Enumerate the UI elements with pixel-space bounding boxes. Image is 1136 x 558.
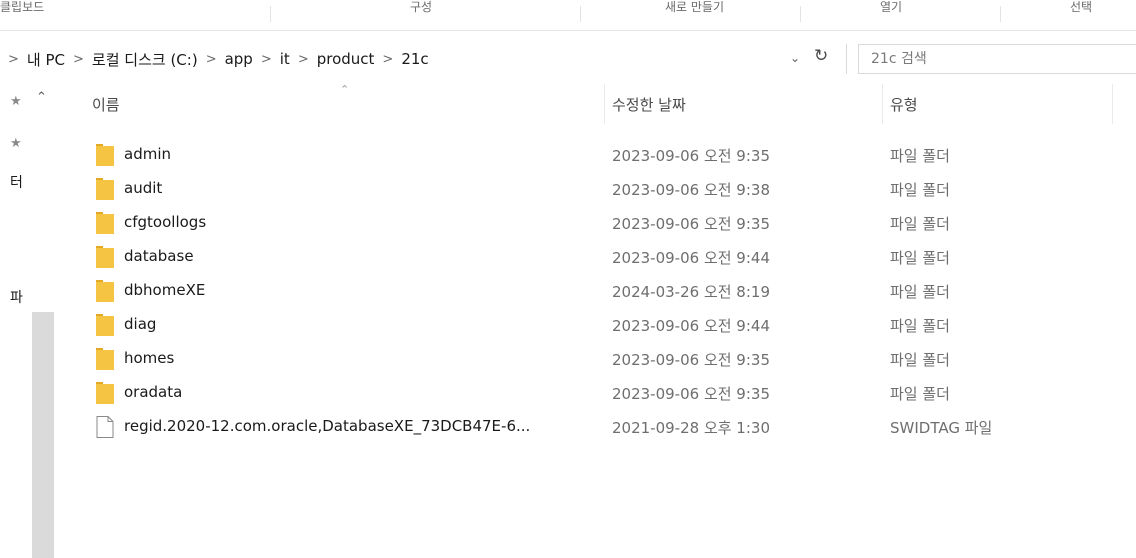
file-type: 파일 폴더 [890,181,950,199]
folder-icon [96,212,114,234]
file-date-modified: 2023-09-06 오전 9:35 [612,147,770,165]
file-type: 파일 폴더 [890,317,950,335]
ribbon-separator [580,6,581,22]
ribbon-group-organize[interactable]: 구성 [410,0,432,17]
nav-item-label[interactable]: 파 [10,287,23,307]
file-row[interactable]: database 2023-09-06 오전 9:44 파일 폴더 [56,240,1136,274]
file-name: dbhomeXE [124,281,206,299]
column-date-modified[interactable]: 수정한 날짜 [612,94,686,115]
navigation-pane: ★ ⌃ ★ 터 파 [0,84,56,558]
refresh-icon[interactable]: ↻ [814,46,828,66]
file-row[interactable]: admin 2023-09-06 오전 9:35 파일 폴더 [56,138,1136,172]
file-type: 파일 폴더 [890,283,950,301]
column-header: 이름 ⌃ 수정한 날짜 유형 [56,83,1136,124]
folder-icon [96,314,114,336]
file-row[interactable]: oradata 2023-09-06 오전 9:35 파일 폴더 [56,376,1136,410]
folder-icon [96,144,114,166]
breadcrumb-21c[interactable]: 21c [401,50,428,68]
ribbon-separator [800,6,801,22]
chevron-right-icon[interactable]: > [73,52,84,67]
ribbon: 클립보드 구성 새로 만들기 열기 선택 [0,0,1136,31]
file-type: 파일 폴더 [890,385,950,403]
ribbon-group-open[interactable]: 열기 [880,0,902,17]
file-row[interactable]: cfgtoollogs 2023-09-06 오전 9:35 파일 폴더 [56,206,1136,240]
chevron-right-icon[interactable]: > [382,52,393,67]
chevron-right-icon[interactable]: > [261,52,272,67]
ribbon-group-clipboard[interactable]: 클립보드 [0,0,44,17]
breadcrumb-product[interactable]: product [317,50,375,68]
folder-icon [96,280,114,302]
file-name: audit [124,179,163,197]
file-type: 파일 폴더 [890,351,950,369]
breadcrumb-it[interactable]: it [280,50,290,68]
file-type: SWIDTAG 파일 [890,419,993,437]
column-name[interactable]: 이름 [92,94,120,115]
address-bar[interactable]: > 내 PC > 로컬 디스크 (C:) > app > it > produc… [0,40,846,78]
chevron-right-icon[interactable]: > [206,52,217,67]
file-date-modified: 2023-09-06 오전 9:35 [612,215,770,233]
breadcrumb-this-pc[interactable]: 내 PC [27,49,65,70]
folder-icon [96,178,114,200]
file-row[interactable]: audit 2023-09-06 오전 9:38 파일 폴더 [56,172,1136,206]
breadcrumb-app[interactable]: app [225,50,253,68]
chevron-down-icon[interactable]: ⌄ [790,51,800,65]
nav-item-label[interactable]: 터 [10,172,23,192]
file-name: homes [124,349,175,367]
file-date-modified: 2023-09-06 오전 9:44 [612,249,770,267]
ribbon-group-select[interactable]: 선택 [1070,0,1092,17]
chevron-right-icon[interactable]: > [298,52,309,67]
ribbon-separator [1000,6,1001,22]
folder-icon [96,348,114,370]
breadcrumb-local-disk[interactable]: 로컬 디스크 (C:) [92,49,198,70]
folder-icon [96,246,114,268]
file-date-modified: 2023-09-06 오전 9:44 [612,317,770,335]
file-type: 파일 폴더 [890,249,950,267]
folder-icon [96,382,114,404]
file-row[interactable]: regid.2020-12.com.oracle,DatabaseXE_73DC… [56,410,1136,444]
column-divider[interactable] [882,84,883,124]
file-icon [96,416,114,438]
file-name: cfgtoollogs [124,213,207,231]
file-date-modified: 2021-09-28 오후 1:30 [612,419,770,437]
column-divider[interactable] [1112,84,1113,124]
file-date-modified: 2023-09-06 오전 9:38 [612,181,770,199]
file-name: regid.2020-12.com.oracle,DatabaseXE_73DC… [124,417,531,435]
nav-scrollbar[interactable] [32,312,54,558]
pin-icon[interactable]: ★ [10,136,22,151]
ribbon-group-new[interactable]: 새로 만들기 [665,0,724,17]
file-type: 파일 폴더 [890,215,950,233]
file-type: 파일 폴더 [890,147,950,165]
column-type[interactable]: 유형 [890,94,918,115]
file-name: admin [124,145,171,163]
pin-icon[interactable]: ★ [10,94,22,109]
ribbon-separator [270,6,271,22]
file-date-modified: 2024-03-26 오전 8:19 [612,283,770,301]
file-name: database [124,247,194,265]
sort-ascending-icon: ⌃ [340,83,350,96]
search-input[interactable]: 21c 검색 [858,44,1136,74]
chevron-right-icon[interactable]: > [8,52,19,67]
file-row[interactable]: dbhomeXE 2024-03-26 오전 8:19 파일 폴더 [56,274,1136,308]
chevron-up-icon[interactable]: ⌃ [36,90,47,105]
file-date-modified: 2023-09-06 오전 9:35 [612,385,770,403]
file-date-modified: 2023-09-06 오전 9:35 [612,351,770,369]
file-row[interactable]: homes 2023-09-06 오전 9:35 파일 폴더 [56,342,1136,376]
file-name: oradata [124,383,183,401]
address-row: > 내 PC > 로컬 디스크 (C:) > app > it > produc… [0,40,1136,78]
column-divider[interactable] [604,84,605,124]
file-name: diag [124,315,157,333]
address-divider [846,44,847,74]
file-row[interactable]: diag 2023-09-06 오전 9:44 파일 폴더 [56,308,1136,342]
